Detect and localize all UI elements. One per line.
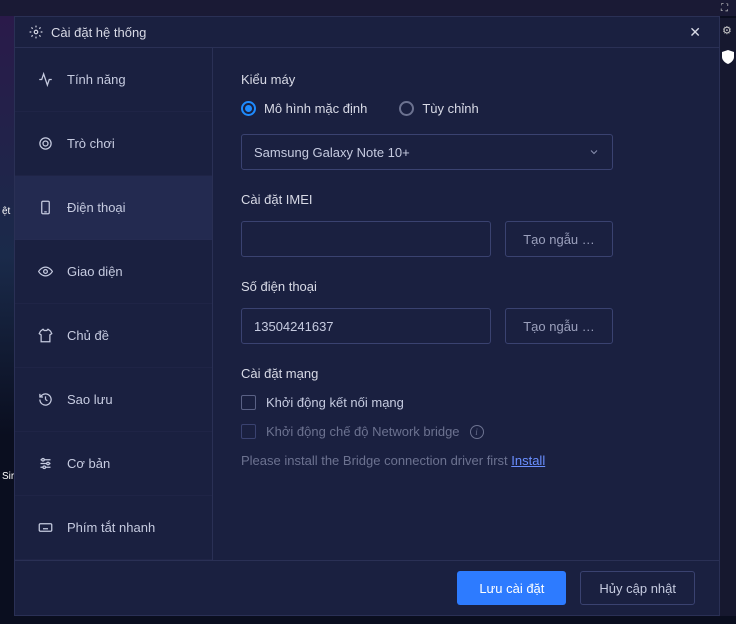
content-panel: Kiểu máy Mô hình mặc định Tùy chỉnh Sams… bbox=[213, 48, 719, 560]
keyboard-icon bbox=[37, 520, 53, 535]
phone-row: Tạo ngẫu … bbox=[241, 308, 691, 344]
install-link[interactable]: Install bbox=[511, 453, 545, 468]
sidebar: Tính năng Trò chơi Điện thoại Giao diện … bbox=[15, 48, 213, 560]
bridge-hint: Please install the Bridge connection dri… bbox=[241, 453, 691, 468]
radio-indicator bbox=[399, 101, 414, 116]
close-icon[interactable]: ✕ bbox=[685, 20, 705, 45]
sidebar-item-shortcuts[interactable]: Phím tắt nhanh bbox=[15, 496, 212, 560]
checkbox-indicator bbox=[241, 424, 256, 439]
sidebar-item-label: Tính năng bbox=[67, 72, 126, 87]
sidebar-item-theme[interactable]: Chủ đề bbox=[15, 304, 212, 368]
radio-indicator bbox=[241, 101, 256, 116]
checkbox-indicator bbox=[241, 395, 256, 410]
imei-random-button[interactable]: Tạo ngẫu … bbox=[505, 221, 613, 257]
sidebar-item-basic[interactable]: Cơ bản bbox=[15, 432, 212, 496]
eye-icon bbox=[37, 264, 53, 279]
phone-label: Số điện thoại bbox=[241, 279, 691, 294]
shield-icon[interactable] bbox=[722, 50, 734, 64]
sidebar-item-label: Giao diện bbox=[67, 264, 123, 279]
hint-text: Please install the Bridge connection dri… bbox=[241, 453, 511, 468]
target-icon bbox=[37, 136, 53, 151]
sidebar-item-features[interactable]: Tính năng bbox=[15, 48, 212, 112]
sidebar-item-backup[interactable]: Sao lưu bbox=[15, 368, 212, 432]
bg-text: Sir bbox=[2, 471, 14, 482]
imei-input[interactable] bbox=[241, 221, 491, 257]
radio-label: Mô hình mặc định bbox=[264, 101, 367, 116]
model-select[interactable]: Samsung Galaxy Note 10+ bbox=[241, 134, 613, 170]
sidebar-item-interface[interactable]: Giao diện bbox=[15, 240, 212, 304]
activity-icon bbox=[37, 72, 53, 87]
history-icon bbox=[37, 392, 53, 407]
phone-input[interactable] bbox=[241, 308, 491, 344]
chevron-down-icon bbox=[588, 146, 600, 158]
imei-row: Tạo ngẫu … bbox=[241, 221, 691, 257]
shirt-icon bbox=[37, 328, 53, 343]
checkbox-label: Khởi động chế độ Network bridge bbox=[266, 424, 460, 439]
checkbox-label: Khởi động kết nối mạng bbox=[266, 395, 404, 410]
settings-window: Cài đặt hệ thống ✕ Tính năng Trò chơi Đi… bbox=[14, 16, 720, 616]
sidebar-item-label: Cơ bản bbox=[67, 456, 110, 471]
sidebar-item-label: Phím tắt nhanh bbox=[67, 520, 155, 535]
sidebar-item-label: Chủ đề bbox=[67, 328, 109, 343]
checkbox-network-bridge: Khởi động chế độ Network bridge i bbox=[241, 424, 691, 439]
sidebar-item-label: Sao lưu bbox=[67, 392, 113, 407]
imei-label: Cài đặt IMEI bbox=[241, 192, 691, 207]
right-dock: ⚙ bbox=[720, 18, 736, 616]
sidebar-item-label: Điện thoại bbox=[67, 200, 126, 215]
radio-label: Tùy chỉnh bbox=[422, 101, 478, 116]
sliders-icon bbox=[37, 456, 53, 471]
titlebar: Cài đặt hệ thống ✕ bbox=[15, 17, 719, 48]
save-button[interactable]: Lưu cài đặt bbox=[457, 571, 566, 605]
desktop-topbar: ⛶ bbox=[0, 0, 736, 16]
phone-icon bbox=[37, 200, 53, 215]
footer: Lưu cài đặt Hủy cập nhật bbox=[15, 560, 719, 615]
gear-icon bbox=[29, 25, 43, 39]
model-radio-group: Mô hình mặc định Tùy chỉnh bbox=[241, 101, 691, 116]
phone-random-button[interactable]: Tạo ngẫu … bbox=[505, 308, 613, 344]
cancel-button[interactable]: Hủy cập nhật bbox=[580, 571, 695, 605]
window-body: Tính năng Trò chơi Điện thoại Giao diện … bbox=[15, 48, 719, 560]
window-title: Cài đặt hệ thống bbox=[51, 25, 685, 40]
model-label: Kiểu máy bbox=[241, 72, 691, 87]
radio-default-model[interactable]: Mô hình mặc định bbox=[241, 101, 367, 116]
sidebar-item-label: Trò chơi bbox=[67, 136, 115, 151]
background-strip: ệt Sir bbox=[0, 16, 14, 616]
network-label: Cài đặt mạng bbox=[241, 366, 691, 381]
gear-icon[interactable]: ⚙ bbox=[722, 24, 732, 37]
sidebar-item-game[interactable]: Trò chơi bbox=[15, 112, 212, 176]
expand-icon[interactable]: ⛶ bbox=[721, 3, 728, 14]
checkbox-network-start[interactable]: Khởi động kết nối mạng bbox=[241, 395, 691, 410]
sidebar-item-phone[interactable]: Điện thoại bbox=[15, 176, 212, 240]
info-icon[interactable]: i bbox=[470, 425, 484, 439]
bg-text: ệt bbox=[2, 206, 10, 217]
radio-custom-model[interactable]: Tùy chỉnh bbox=[399, 101, 478, 116]
select-value: Samsung Galaxy Note 10+ bbox=[254, 145, 410, 160]
